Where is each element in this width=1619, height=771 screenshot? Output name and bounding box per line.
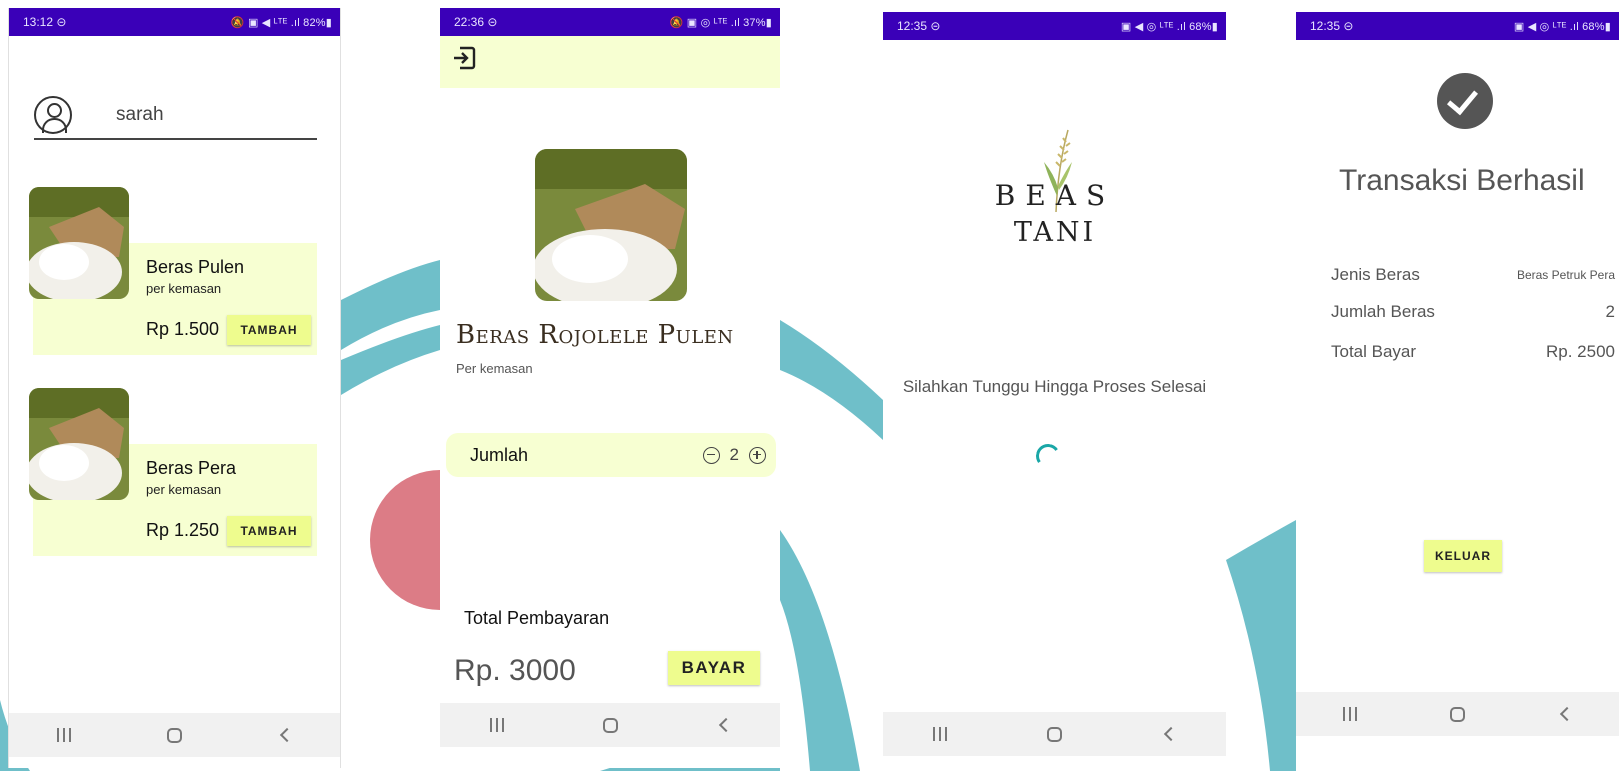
- status-icons: ▣ ◀ ◎ ᴸᵀᴱ .ıl 68%▮: [1120, 20, 1218, 33]
- recent-apps-icon[interactable]: [57, 728, 71, 742]
- system-nav-bar: [883, 712, 1226, 756]
- product-title: Beras Rojolele Pulen: [456, 320, 734, 350]
- loading-spinner-icon: [1034, 442, 1062, 470]
- system-nav-bar: [1296, 692, 1619, 736]
- rice-quantity-value: 2: [1605, 302, 1615, 321]
- logout-icon[interactable]: [450, 44, 478, 72]
- status-time: 12:35 ⊝: [1310, 19, 1354, 33]
- rice-image: [535, 149, 687, 301]
- back-icon[interactable]: [1163, 726, 1179, 742]
- back-icon[interactable]: [279, 727, 295, 743]
- status-time: 22:36 ⊝: [454, 15, 498, 29]
- add-button[interactable]: TAMBAH: [227, 315, 311, 345]
- status-bar: 12:35 ⊝ ▣ ◀ ◎ ᴸᵀᴱ .ıl 68%▮: [1296, 12, 1619, 40]
- system-nav-bar: [440, 703, 780, 747]
- status-icons: 🔕 ▣ ◀ ᴸᵀᴱ .ıl 82%▮: [230, 16, 332, 29]
- minus-icon[interactable]: [702, 446, 720, 464]
- screen-processing: 12:35 ⊝ ▣ ◀ ◎ ᴸᵀᴱ .ıl 68%▮ BEAS TANI Sil…: [883, 12, 1226, 768]
- add-button[interactable]: TAMBAH: [227, 516, 311, 546]
- total-label: Total Pembayaran: [464, 608, 610, 628]
- product-unit: per kemasan: [146, 281, 222, 296]
- exit-button[interactable]: KELUAR: [1424, 540, 1502, 572]
- back-icon[interactable]: [718, 717, 733, 733]
- system-nav-bar: [9, 713, 340, 757]
- product-unit: Per kemasan: [456, 361, 533, 376]
- success-title: Transaksi Berhasil: [1339, 164, 1585, 197]
- home-icon[interactable]: [167, 727, 182, 743]
- pay-button[interactable]: BAYAR: [668, 651, 760, 685]
- beras-tani-logo: BEAS TANI: [988, 124, 1122, 248]
- home-icon[interactable]: [1449, 706, 1465, 722]
- total-paid-value: Rp. 2500: [1546, 342, 1615, 361]
- plus-icon[interactable]: [749, 446, 766, 464]
- product-card: Beras Pera per kemasan Rp 1.250 TAMBAH: [29, 388, 317, 556]
- teal-arc-mid: [780, 530, 860, 771]
- product-price: Rp 1.500: [146, 319, 220, 339]
- check-circle-icon: [1437, 73, 1493, 129]
- rice-image: [29, 388, 129, 500]
- logo-text-line2: TANI: [1013, 217, 1097, 248]
- total-paid-row: Total Bayar Rp. 2500: [1331, 342, 1615, 362]
- status-bar: 22:36 ⊝ 🔕 ▣ ◎ ᴸᵀᴱ .ıl 37%▮: [440, 8, 780, 36]
- total-paid-label: Total Bayar: [1331, 342, 1417, 361]
- wait-message: Silahkan Tunggu Hingga Proses Selesai: [902, 377, 1207, 396]
- home-icon[interactable]: [602, 717, 618, 733]
- screen-product-list: 13:12 ⊝ 🔕 ▣ ◀ ᴸᵀᴱ .ıl 82%▮ sarah Beras P…: [8, 8, 341, 768]
- rice-quantity-row: Jumlah Beras 2: [1331, 302, 1615, 322]
- status-icons: ▣ ◀ ◎ ᴸᵀᴱ .ıl 68%▮: [1513, 20, 1611, 33]
- screen-product-detail: 22:36 ⊝ 🔕 ▣ ◎ ᴸᵀᴱ .ıl 37%▮ Beras Rojolel…: [440, 8, 780, 768]
- logo-text-line1: BEAS: [994, 179, 1116, 212]
- username: sarah: [116, 104, 164, 125]
- teal-swoosh-mid: [780, 320, 883, 440]
- screen-transaction-success: 12:35 ⊝ ▣ ◀ ◎ ᴸᵀᴱ .ıl 68%▮ Transaksi Ber…: [1296, 12, 1619, 768]
- quantity-stepper: Jumlah 2: [446, 433, 776, 477]
- rice-type-label: Jenis Beras: [1331, 265, 1420, 284]
- quantity-value: 2: [729, 445, 739, 464]
- total-value: Rp. 3000: [454, 654, 576, 687]
- rice-quantity-label: Jumlah Beras: [1331, 302, 1435, 321]
- product-unit: per kemasan: [146, 482, 222, 497]
- recent-apps-icon[interactable]: [1342, 707, 1357, 721]
- user-field[interactable]: sarah: [34, 92, 317, 140]
- user-icon: [34, 96, 72, 134]
- home-icon[interactable]: [1047, 726, 1062, 742]
- teal-arc-right: [1226, 520, 1296, 771]
- rice-type-value: Beras Petruk Pera: [1516, 268, 1615, 282]
- status-bar: 13:12 ⊝ 🔕 ▣ ◀ ᴸᵀᴱ .ıl 82%▮: [9, 8, 340, 36]
- status-bar: 12:35 ⊝ ▣ ◀ ◎ ᴸᵀᴱ .ıl 68%▮: [883, 12, 1226, 40]
- product-name: Beras Pulen: [146, 257, 245, 277]
- product-card: Beras Pulen per kemasan Rp 1.500 TAMBAH: [29, 187, 317, 355]
- product-name: Beras Pera: [146, 458, 237, 478]
- product-price: Rp 1.250: [146, 520, 220, 540]
- status-time: 13:12 ⊝: [23, 15, 67, 29]
- status-icons: 🔕 ▣ ◎ ᴸᵀᴱ .ıl 37%▮: [669, 16, 772, 29]
- quantity-label: Jumlah: [470, 444, 529, 465]
- recent-apps-icon[interactable]: [489, 718, 504, 732]
- rice-image: [29, 187, 129, 299]
- top-bar: [440, 36, 780, 88]
- recent-apps-icon[interactable]: [933, 727, 947, 741]
- back-icon[interactable]: [1560, 706, 1575, 722]
- status-time: 12:35 ⊝: [897, 19, 941, 33]
- rice-type-row: Jenis Beras Beras Petruk Pera: [1331, 265, 1615, 285]
